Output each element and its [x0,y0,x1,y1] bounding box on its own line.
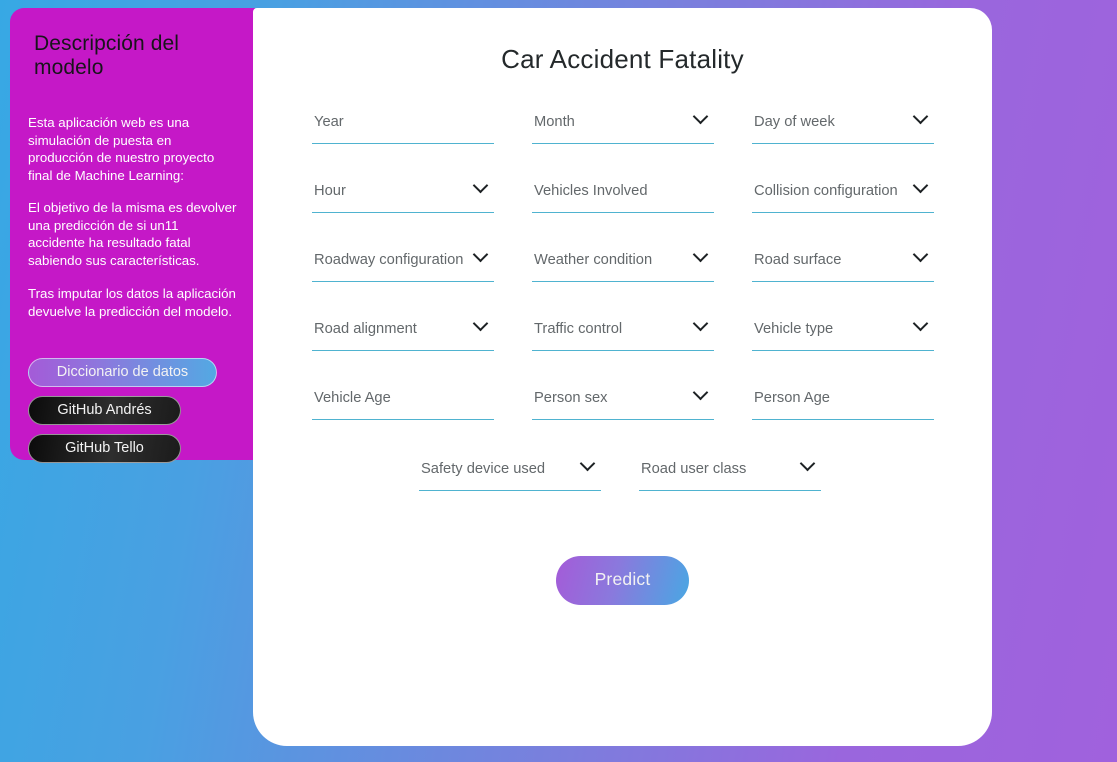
chevron-down-icon [912,315,929,332]
chevron-down-icon [692,384,709,401]
field-collision-configuration[interactable]: Collision configuration [752,169,934,213]
field-day-of-week[interactable]: Day of week [752,100,934,144]
github-tello-button[interactable]: GitHub Tello [28,434,181,463]
field-roadway-configuration[interactable]: Roadway configuration [312,238,494,282]
field-road-alignment[interactable]: Road alignment [312,307,494,351]
form-row: Road alignment Traffic control Vehicle t… [253,303,992,372]
form-row: Roadway configuration Weather condition … [253,234,992,303]
field-label: Vehicle type [754,320,834,337]
field-label: Road alignment [314,320,417,337]
field-label: Traffic control [534,320,623,337]
model-description-sidebar: Descripción del modelo Esta aplicación w… [10,8,255,463]
form-row: Year Month Day of week [253,96,992,165]
field-traffic-control[interactable]: Traffic control [532,307,714,351]
chevron-down-icon [912,108,929,125]
field-label: Year [314,113,344,130]
predict-button[interactable]: Predict [556,556,689,605]
sidebar-paragraph-output: Tras imputar los datos la aplicación dev… [28,286,236,319]
field-safety-device-used[interactable]: Safety device used [419,447,601,491]
sidebar-paragraph-intro: Esta aplicación web es una simulación de… [28,115,215,183]
form-row: Hour Vehicles Involved Collision configu… [253,165,992,234]
field-label: Vehicles Involved [534,182,648,199]
field-label: Road user class [641,460,747,477]
field-label: Day of week [754,113,835,130]
form-row: Safety device used Road user class [253,443,992,511]
chevron-down-icon [472,246,489,263]
chevron-down-icon [912,246,929,263]
chevron-down-icon [799,455,816,472]
prediction-form-card: Car Accident Fatality Year Month Day of … [253,8,992,746]
field-road-surface[interactable]: Road surface [752,238,934,282]
field-year[interactable]: Year [312,100,494,144]
field-vehicle-type[interactable]: Vehicle type [752,307,934,351]
field-label: Weather condition [534,251,653,268]
field-label: Roadway configuration [314,251,464,268]
field-label: Person Age [754,389,830,406]
sidebar-paragraph-objective: El objetivo de la misma es devolver una … [28,200,237,268]
field-label: Person sex [534,389,608,406]
predict-button-container: Predict [253,556,992,605]
form-row: Vehicle Age Person sex Person Age [253,372,992,441]
chevron-down-icon [579,455,596,472]
field-label: Vehicle Age [314,389,391,406]
field-weather-condition[interactable]: Weather condition [532,238,714,282]
sidebar-title: Descripción del modelo [34,32,180,79]
chevron-down-icon [472,315,489,332]
field-person-age[interactable]: Person Age [752,376,934,420]
chevron-down-icon [912,177,929,194]
field-person-sex[interactable]: Person sex [532,376,714,420]
field-label: Month [534,113,575,130]
field-road-user-class[interactable]: Road user class [639,447,821,491]
field-label: Safety device used [421,460,546,477]
chevron-down-icon [692,108,709,125]
field-hour[interactable]: Hour [312,169,494,213]
prediction-form: Year Month Day of week Hour Vehicles Inv… [253,96,992,511]
field-vehicle-age[interactable]: Vehicle Age [312,376,494,420]
chevron-down-icon [692,246,709,263]
github-andres-button[interactable]: GitHub Andrés [28,396,181,425]
field-vehicles-involved[interactable]: Vehicles Involved [532,169,714,213]
field-label: Hour [314,182,346,199]
field-month[interactable]: Month [532,100,714,144]
data-dictionary-button[interactable]: Diccionario de datos [28,358,217,387]
field-label: Road surface [754,251,842,268]
page-title: Car Accident Fatality [501,44,744,74]
field-label: Collision configuration [754,182,898,199]
chevron-down-icon [472,177,489,194]
chevron-down-icon [692,315,709,332]
